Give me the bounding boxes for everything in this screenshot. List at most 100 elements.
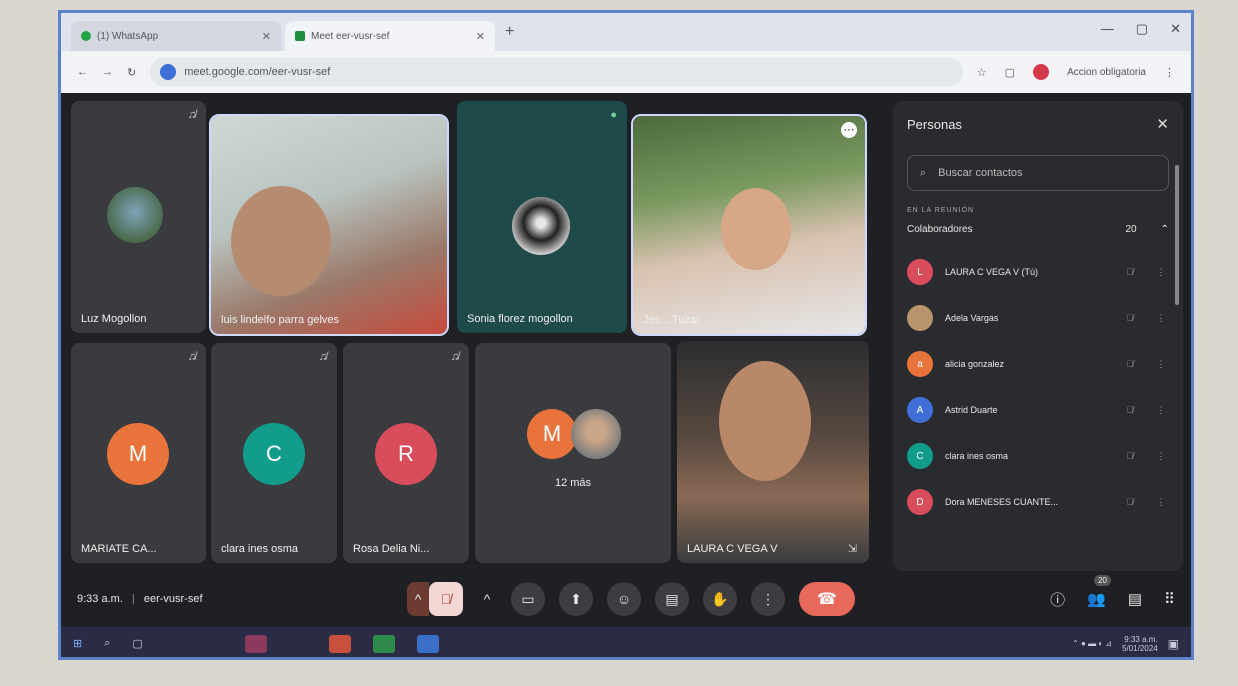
raise-hand-button[interactable]: ✋ [703, 582, 737, 616]
info-icon[interactable]: ⓘ [1050, 589, 1065, 610]
more-options-button[interactable]: ⋮ [751, 582, 785, 616]
call-controls: ^ 🎙̸ ^ ▭ ⬆ ☺ ▤ ✋ ⋮ ☎ [407, 582, 855, 616]
avatar: D [907, 489, 933, 515]
close-icon[interactable]: ✕ [1156, 115, 1169, 133]
minimize-icon[interactable]: — [1101, 21, 1114, 37]
browser-tabstrip: (1) WhatsApp ✕ Meet eer-vusr-sef ✕ + — ▢… [61, 13, 1191, 51]
search-input[interactable]: ⌕ Buscar contactos [907, 155, 1169, 191]
url-field[interactable]: meet.google.com/eer-vusr-sef [150, 58, 963, 86]
list-item[interactable]: Adela Vargas 🎙̸ ⋮ [907, 295, 1169, 341]
list-item[interactable]: a alicia gonzalez 🎙̸ ⋮ [907, 341, 1169, 387]
more-options-icon[interactable]: ⋮ [1153, 359, 1169, 370]
avatar [107, 187, 163, 243]
search-placeholder: Buscar contactos [938, 167, 1023, 179]
participant-name: Luz Mogollon [81, 313, 147, 325]
chrome-app-icon[interactable] [244, 634, 267, 653]
tab-panel-icon[interactable]: ▢ [1005, 66, 1015, 79]
audio-options-button[interactable]: ^ [407, 582, 429, 616]
participant-tile[interactable]: ● Sonia florez mogollon [457, 101, 627, 333]
avatar: C [243, 423, 305, 485]
scrollbar[interactable] [1175, 165, 1179, 305]
participant-tile[interactable]: ♫̸ C clara ines osma [211, 343, 337, 563]
task-view-icon[interactable]: ▢ [132, 637, 142, 650]
reload-icon[interactable]: ↻ [127, 66, 136, 79]
tray-icons[interactable]: ⌃ ● ▬ ◐ ⊿ [1072, 639, 1112, 648]
collaborators-group-header[interactable]: Colaboradores 20 ⌃ [907, 224, 1169, 235]
bookmark-star-icon[interactable]: ☆ [977, 66, 987, 79]
avatar-photo [571, 409, 621, 459]
participant-tile[interactable]: luis lindelfo parra gelves [209, 114, 449, 336]
powerpoint-app-icon[interactable] [328, 634, 351, 653]
chat-icon[interactable]: ▤ [1128, 590, 1142, 608]
meeting-time: 9:33 a.m. [77, 593, 123, 605]
close-tab-icon[interactable]: ✕ [262, 30, 271, 43]
windows-start-icon[interactable]: ⊞ [73, 637, 82, 650]
mic-toggle-button[interactable]: 🎙̸ [429, 582, 463, 616]
participant-tile[interactable]: ♫̸ M MARIATE CA... [71, 343, 206, 563]
mic-muted-icon: ♫̸ [318, 351, 327, 363]
pin-icon[interactable]: ⇲ [848, 542, 857, 555]
present-button[interactable]: ⬆ [559, 582, 593, 616]
list-item[interactable]: D Dora MENESES CUANTE... 🎙̸ ⋮ [907, 479, 1169, 525]
avatar: C [907, 443, 933, 469]
word-app-icon[interactable] [416, 634, 439, 653]
excel-app-icon[interactable] [372, 634, 395, 653]
captions-button[interactable]: ▤ [655, 582, 689, 616]
mic-muted-icon: 🎙̸ [1126, 451, 1134, 461]
people-count-badge: 20 [1094, 574, 1112, 586]
back-icon[interactable]: ← [77, 66, 88, 78]
more-options-icon[interactable]: ⋯ [841, 122, 857, 138]
list-item[interactable]: A Astrid Duarte 🎙̸ ⋮ [907, 387, 1169, 433]
chevron-up-icon[interactable]: ⌃ [1161, 224, 1169, 235]
participant-tile[interactable]: ♫̸ Luz Mogollon [71, 101, 206, 333]
clock-time: 9:33 a.m. [1124, 634, 1158, 644]
more-options-icon[interactable]: ⋮ [1153, 405, 1169, 416]
menu-kebab-icon[interactable]: ⋮ [1164, 66, 1175, 79]
people-icon[interactable]: 👥 [1087, 590, 1106, 608]
tab-whatsapp[interactable]: (1) WhatsApp ✕ [71, 21, 281, 51]
camera-toggle-button[interactable]: ▭ [511, 582, 545, 616]
more-options-icon[interactable]: ⋮ [1153, 451, 1169, 462]
more-participants-tile[interactable]: M 12 más [475, 343, 671, 563]
close-window-icon[interactable]: ✕ [1170, 21, 1181, 37]
action-required-button[interactable]: Accion obligatoria [1067, 67, 1146, 78]
participant-tile[interactable]: ⋯ Jes... Tuzar [631, 114, 867, 336]
address-bar: ← → ↻ meet.google.com/eer-vusr-sef ☆ ▢ A… [61, 51, 1191, 93]
search-icon[interactable]: ⌕ [104, 637, 110, 650]
forward-icon[interactable]: → [102, 66, 113, 78]
url-text: meet.google.com/eer-vusr-sef [184, 66, 331, 78]
leave-call-button[interactable]: ☎ [799, 582, 855, 616]
more-options-icon[interactable]: ⋮ [1153, 497, 1169, 508]
notifications-icon[interactable]: ▣ [1168, 637, 1179, 651]
clock[interactable]: 9:33 a.m. 5/01/2024 [1122, 635, 1158, 653]
participant-tile[interactable]: ♫̸ R Rosa Delia Ni... [343, 343, 469, 563]
side-controls: ⓘ 👥 20 ▤ ⠿ [1050, 574, 1175, 610]
person-name: LAURA C VEGA V (Tú) [945, 267, 1039, 277]
mic-muted-icon: ♫̸ [187, 109, 196, 121]
video-grid: ♫̸ Luz Mogollon luis lindelfo parra gelv… [71, 101, 876, 571]
new-tab-icon[interactable]: + [505, 23, 514, 41]
mic-muted-icon: ♫̸ [187, 351, 196, 363]
meeting-code: eer-vusr-sef [143, 593, 203, 605]
video-options-button[interactable]: ^ [477, 582, 497, 616]
panel-title: Personas [907, 116, 962, 132]
close-tab-icon[interactable]: ✕ [476, 30, 485, 43]
more-options-icon[interactable]: ⋮ [1153, 267, 1169, 278]
maximize-icon[interactable]: ▢ [1136, 21, 1148, 37]
reactions-button[interactable]: ☺ [607, 582, 641, 616]
activities-icon[interactable]: ⠿ [1164, 590, 1175, 608]
tab-meet[interactable]: Meet eer-vusr-sef ✕ [285, 21, 495, 51]
people-panel: Personas ✕ ⌕ Buscar contactos EN LA REUN… [893, 101, 1183, 571]
list-item[interactable]: C clara ines osma 🎙̸ ⋮ [907, 433, 1169, 479]
participant-tile[interactable]: LAURA C VEGA V ⇲ [677, 341, 869, 563]
site-info-icon[interactable] [160, 64, 177, 80]
list-item[interactable]: L LAURA C VEGA V (Tú) 🎙̸ ⋮ [907, 249, 1169, 295]
avatar: L [907, 259, 933, 285]
avatar: R [375, 423, 437, 485]
more-options-icon[interactable]: ⋮ [1153, 313, 1169, 324]
profile-avatar[interactable] [1033, 64, 1050, 80]
avatar: M [107, 423, 169, 485]
mic-active-icon: ● [610, 109, 617, 121]
tab-label: (1) WhatsApp [97, 30, 159, 42]
participant-face [721, 188, 791, 270]
